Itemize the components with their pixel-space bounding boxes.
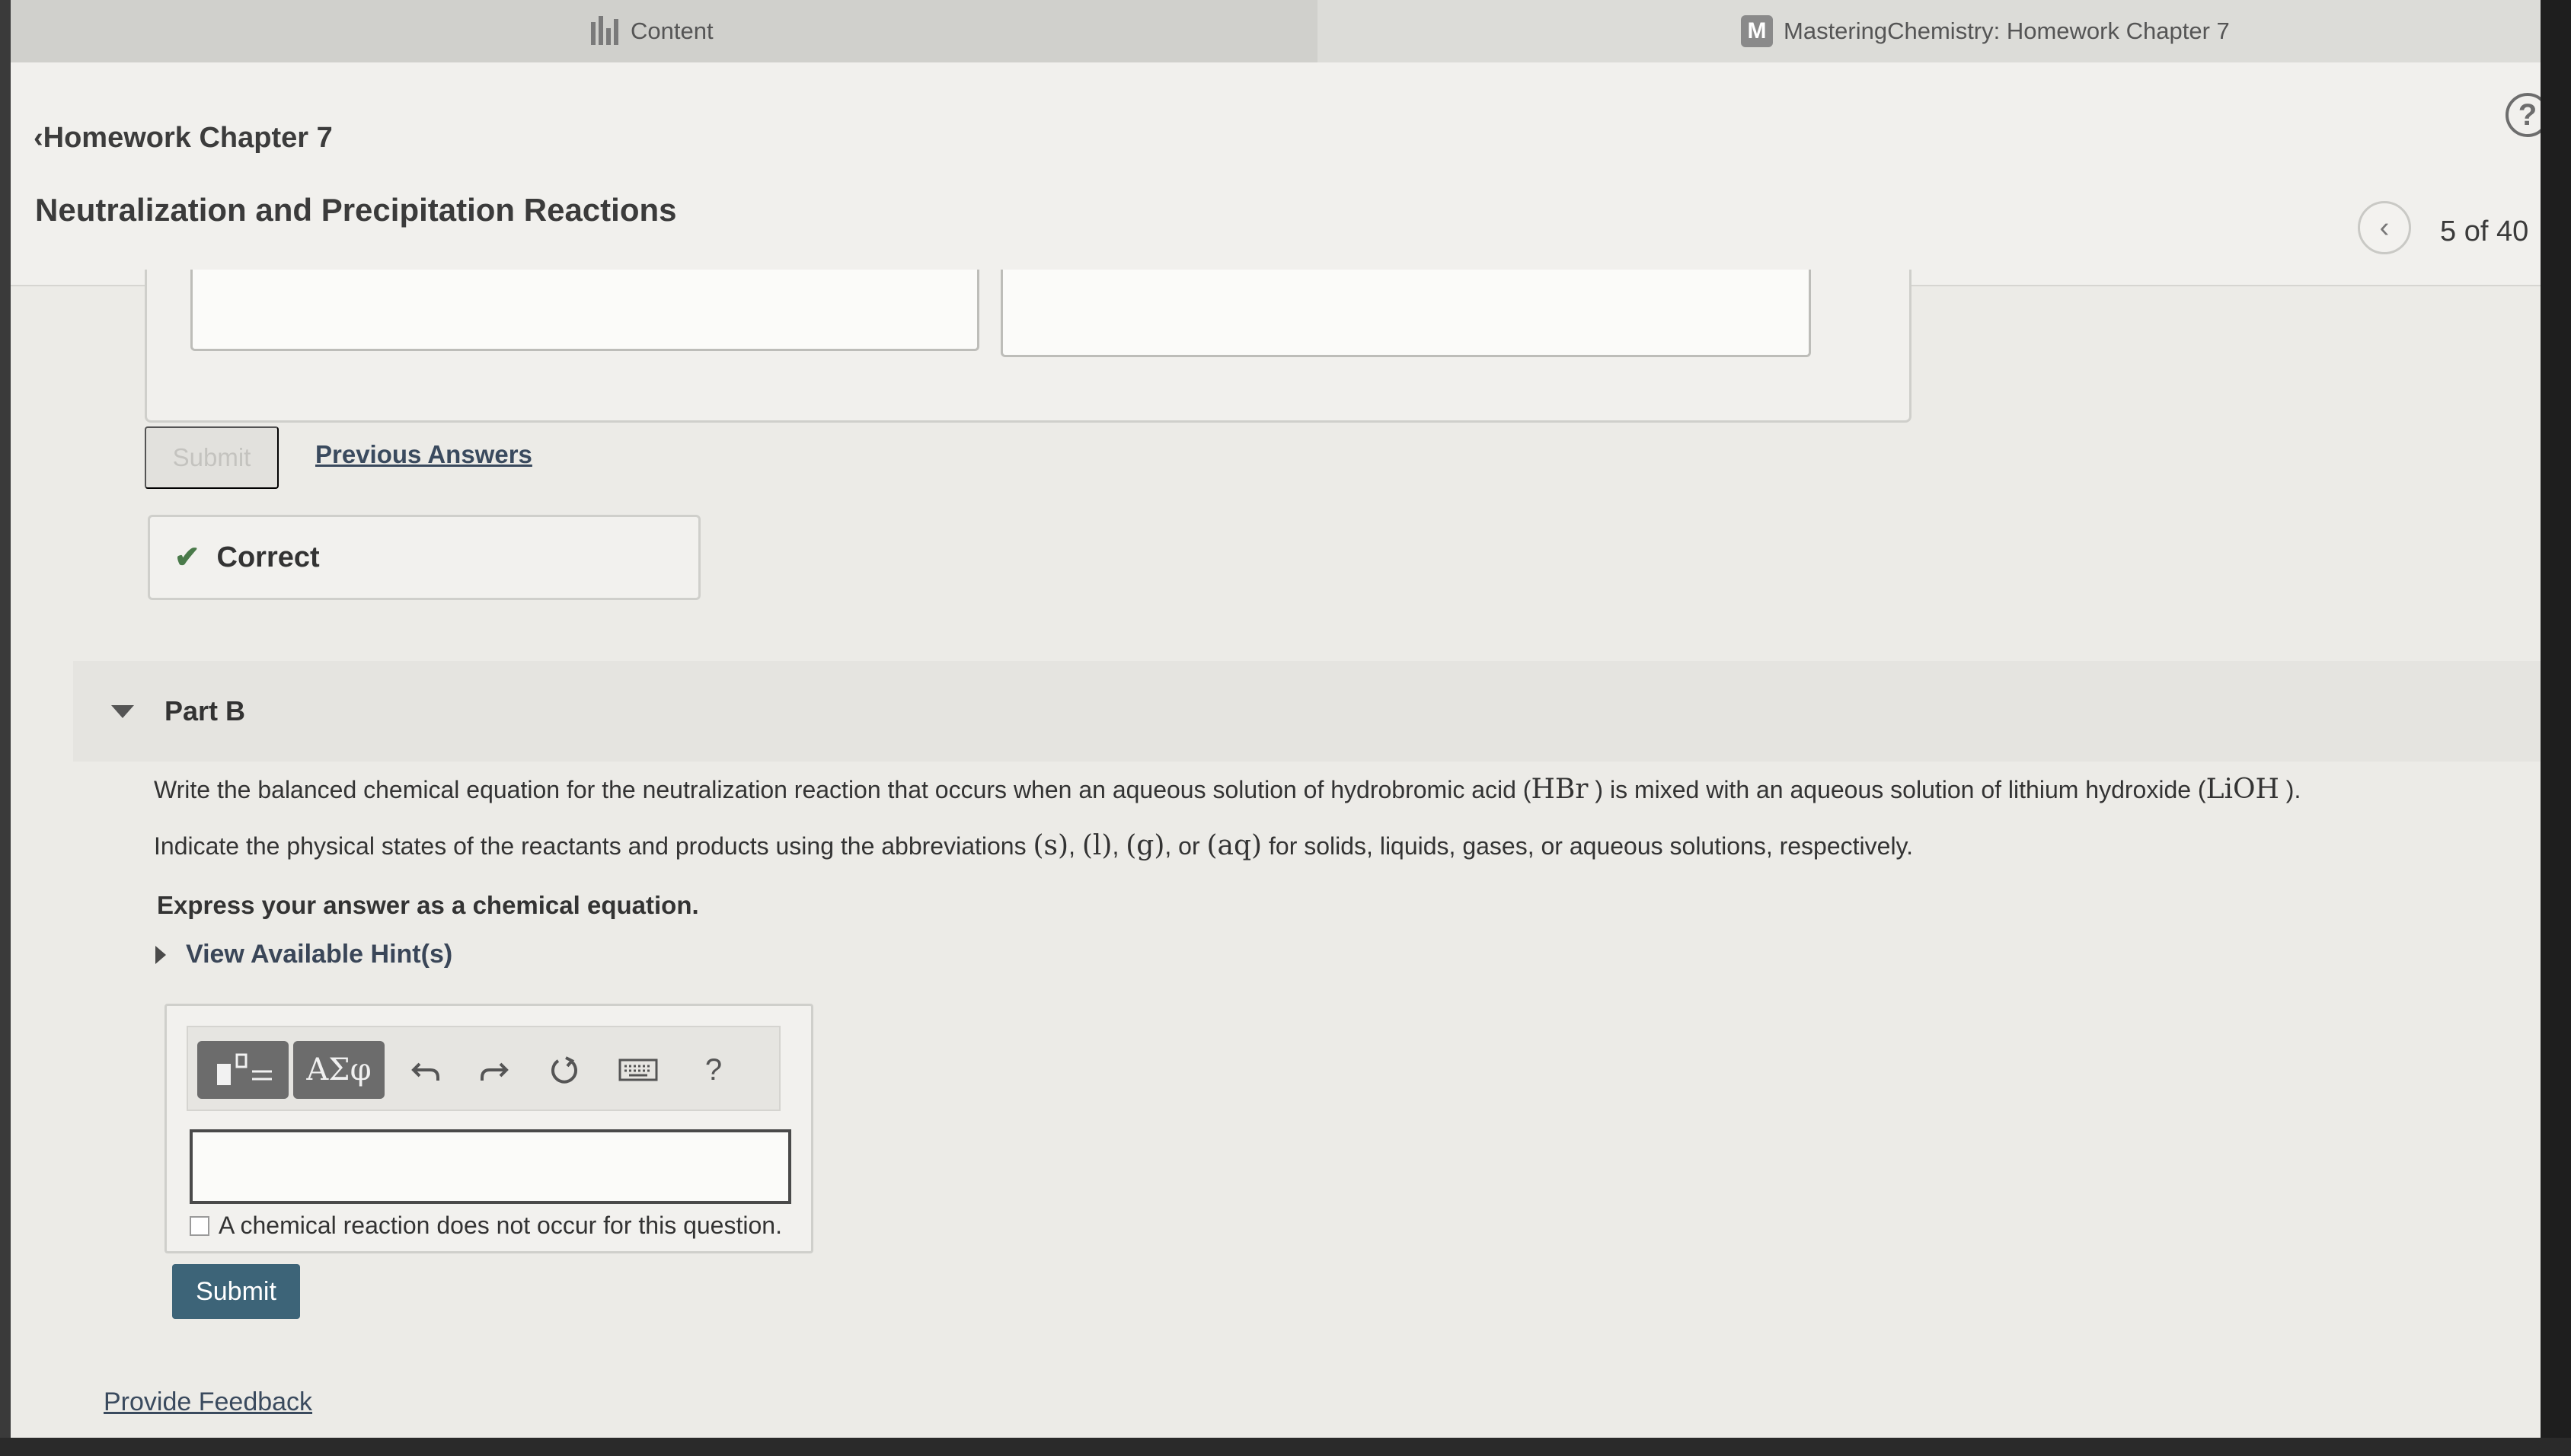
page-title: Neutralization and Precipitation Reactio… bbox=[35, 192, 677, 228]
editor-toolbar: ΑΣφ ? bbox=[187, 1026, 781, 1111]
reset-icon bbox=[551, 1056, 577, 1084]
state-aqueous: (aq) bbox=[1206, 830, 1263, 861]
chevron-left-icon: ‹ bbox=[34, 122, 43, 154]
reset-button[interactable] bbox=[541, 1041, 587, 1099]
tab-label: MasteringChemistry: Homework Chapter 7 bbox=[1784, 18, 2230, 44]
browser-tab-bar: Content M MasteringChemistry: Homework C… bbox=[11, 0, 2541, 62]
question-text-line-1: Write the balanced chemical equation for… bbox=[154, 774, 2301, 805]
no-reaction-label: A chemical reaction does not occur for t… bbox=[219, 1212, 782, 1239]
separator: , bbox=[1068, 832, 1082, 860]
back-to-assignment-link[interactable]: ‹Homework Chapter 7 bbox=[34, 122, 333, 155]
tab-content[interactable]: Content bbox=[11, 0, 1317, 62]
undo-icon bbox=[411, 1062, 439, 1081]
part-a-submit-button: Submit bbox=[145, 426, 279, 489]
m-logo-icon: M bbox=[1741, 15, 1773, 47]
state-liquid: (l) bbox=[1081, 830, 1113, 861]
chevron-left-icon: ‹ bbox=[2379, 211, 2390, 244]
no-reaction-option[interactable]: A chemical reaction does not occur for t… bbox=[190, 1212, 782, 1240]
back-link-label: Homework Chapter 7 bbox=[43, 122, 333, 154]
formula-hbr: HBr bbox=[1531, 774, 1589, 805]
previous-item-button[interactable]: ‹ bbox=[2358, 201, 2411, 254]
check-icon: ✔ bbox=[174, 541, 200, 574]
correct-feedback-box: ✔ Correct bbox=[148, 515, 701, 600]
formula-lioh: LiOH bbox=[2205, 774, 2279, 805]
feedback-label: Correct bbox=[216, 541, 320, 573]
question-text-line-2: Indicate the physical states of the reac… bbox=[154, 830, 1913, 861]
screen-bezel-bottom bbox=[0, 1438, 2571, 1456]
redo-icon bbox=[481, 1062, 509, 1081]
keyboard-button[interactable] bbox=[612, 1041, 665, 1099]
item-pager: 5 of 40 bbox=[2440, 216, 2529, 247]
question-text: ) is mixed with an aqueous solution of l… bbox=[1595, 776, 2206, 803]
chemical-equation-input[interactable] bbox=[190, 1129, 791, 1204]
screen-bezel-left bbox=[0, 0, 11, 1456]
part-a-answer-field-1[interactable] bbox=[190, 270, 979, 351]
view-hints-toggle[interactable]: View Available Hint(s) bbox=[155, 940, 452, 969]
assignment-header: ‹Homework Chapter 7 Neutralization and P… bbox=[11, 62, 2571, 286]
question-text: ). bbox=[2285, 776, 2301, 803]
template-icon bbox=[217, 1053, 272, 1085]
equation-editor: ΑΣφ ? A chemical reaction does not occur… bbox=[164, 1004, 813, 1253]
undo-button[interactable] bbox=[403, 1041, 449, 1099]
state-gas: (g) bbox=[1126, 830, 1165, 861]
provide-feedback-link[interactable]: Provide Feedback bbox=[104, 1387, 312, 1417]
answer-format-instruction: Express your answer as a chemical equati… bbox=[157, 891, 699, 919]
templates-button[interactable] bbox=[197, 1041, 289, 1099]
keyboard-icon bbox=[618, 1058, 658, 1081]
main-content: Submit Previous Answers ✔ Correct Part B… bbox=[11, 270, 2541, 1438]
bar-chart-icon bbox=[589, 16, 620, 46]
tab-label: Content bbox=[631, 18, 714, 44]
question-text: Indicate the physical states of the reac… bbox=[154, 832, 1033, 860]
tab-mastering-chemistry[interactable]: M MasteringChemistry: Homework Chapter 7 bbox=[1741, 0, 2502, 62]
separator: , bbox=[1112, 832, 1126, 860]
part-b-label: Part B bbox=[164, 695, 246, 726]
part-a-answer-field-2[interactable] bbox=[1001, 270, 1811, 357]
question-text: Write the balanced chemical equation for… bbox=[154, 776, 1531, 803]
screen-bezel-right bbox=[2541, 0, 2571, 1456]
editor-help-button[interactable]: ? bbox=[691, 1041, 736, 1099]
caret-right-icon bbox=[155, 945, 166, 964]
question-text: , or bbox=[1164, 832, 1207, 860]
screen: Content M MasteringChemistry: Homework C… bbox=[0, 0, 2571, 1456]
hints-label: View Available Hint(s) bbox=[186, 940, 453, 969]
part-b-header[interactable]: Part B bbox=[73, 661, 2541, 762]
symbols-button[interactable]: ΑΣφ bbox=[293, 1041, 385, 1099]
caret-down-icon bbox=[111, 704, 134, 718]
question-text: for solids, liquids, gases, or aqueous s… bbox=[1262, 832, 1914, 860]
no-reaction-checkbox[interactable] bbox=[190, 1215, 209, 1236]
state-solid: (s) bbox=[1033, 830, 1069, 861]
part-b-submit-button[interactable]: Submit bbox=[172, 1264, 300, 1319]
previous-answers-link[interactable]: Previous Answers bbox=[315, 440, 532, 469]
redo-button[interactable] bbox=[471, 1041, 517, 1099]
